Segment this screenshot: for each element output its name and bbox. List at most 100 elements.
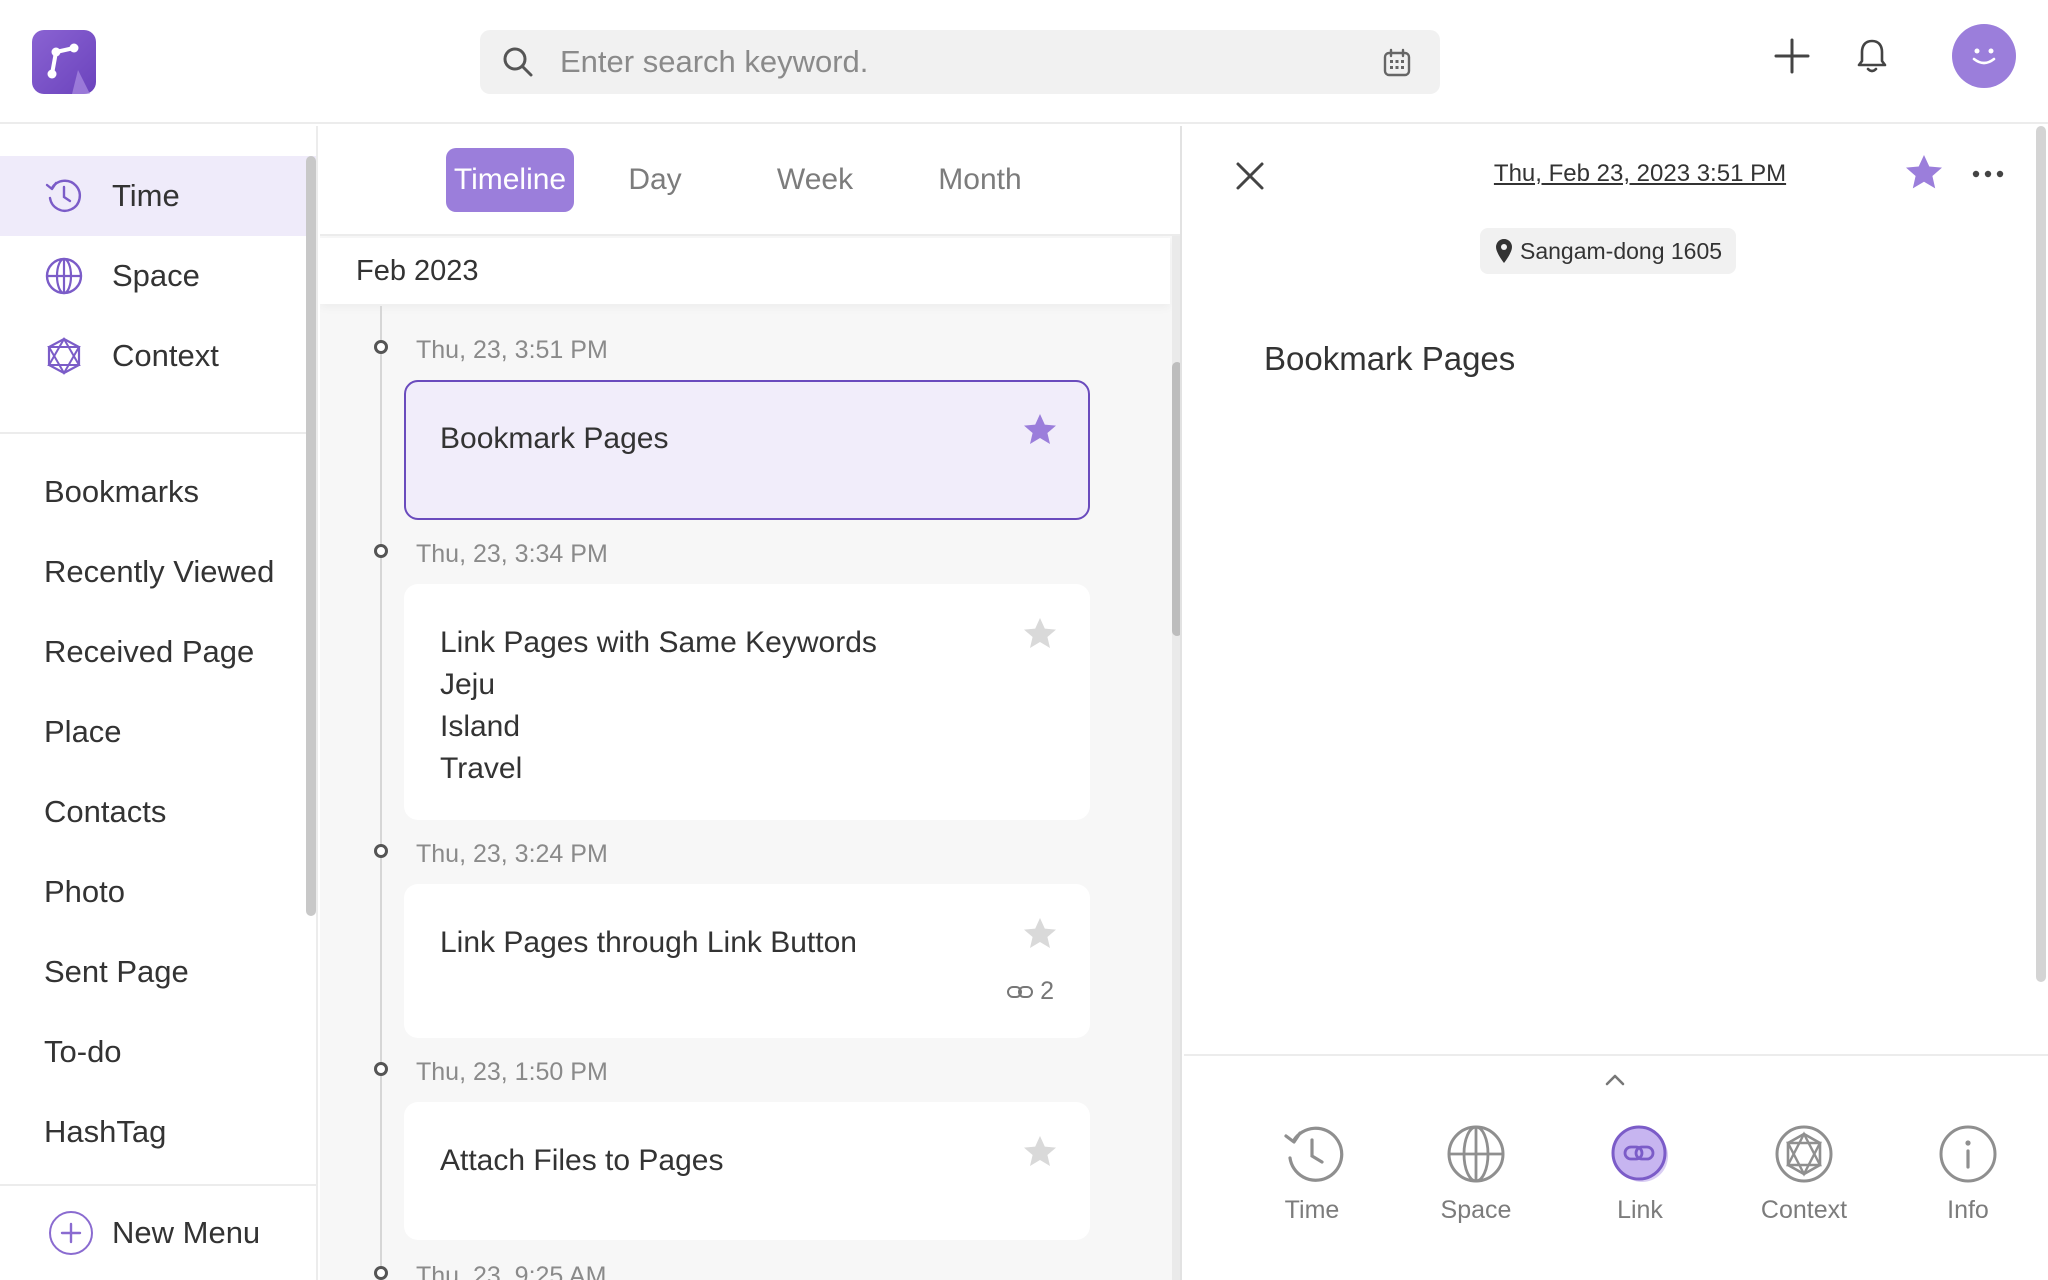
entry-time: Thu, 23, 9:25 AM <box>416 1262 607 1280</box>
month-header: Feb 2023 <box>320 238 1170 304</box>
sidebar: Time Space Context Bookmarks Recently Vi… <box>0 126 318 1280</box>
tab-month[interactable]: Month <box>920 148 1040 212</box>
sidebar-item-context[interactable]: Context <box>0 316 316 396</box>
menu-item-bookmarks[interactable]: Bookmarks <box>0 452 316 532</box>
tab-week[interactable]: Week <box>760 148 870 212</box>
timeline-card[interactable]: Link Pages with Same Keywords Jeju Islan… <box>404 584 1090 820</box>
timeline-dot <box>374 544 388 558</box>
link-count-value: 2 <box>1040 977 1054 1005</box>
sidebar-item-time[interactable]: Time <box>0 156 316 236</box>
logo-icon <box>47 43 90 94</box>
close-icon[interactable] <box>1230 156 1270 196</box>
context-icon <box>1770 1120 1838 1188</box>
menu-item-todo[interactable]: To-do <box>0 1012 316 1092</box>
more-options-icon[interactable] <box>1968 156 2008 192</box>
card-title: Link Pages with Same Keywords Jeju Islan… <box>440 626 877 785</box>
new-menu-label: New Menu <box>112 1215 261 1250</box>
globe-icon <box>44 256 84 296</box>
location-label: Sangam-dong 1605 <box>1520 237 1723 264</box>
card-title: Bookmark Pages <box>440 422 669 455</box>
location-tag[interactable]: Sangam-dong 1605 <box>1480 228 1737 274</box>
info-icon <box>1934 1120 2002 1188</box>
timeline-dot <box>374 1266 388 1280</box>
context-icon <box>44 336 84 376</box>
timeline-card[interactable]: Link Pages through Link Button 2 <box>404 884 1090 1038</box>
bottom-nav-label: Context <box>1760 1196 1848 1224</box>
detail-panel: Thu, Feb 23, 2023 3:51 PM Sangam-dong 16… <box>1184 126 2048 1280</box>
menu-item-place[interactable]: Place <box>0 692 316 772</box>
star-outline-icon[interactable] <box>1022 1134 1058 1170</box>
menu-item-photo[interactable]: Photo <box>0 852 316 932</box>
chevron-up-icon[interactable] <box>1600 1068 1630 1092</box>
detail-date[interactable]: Thu, Feb 23, 2023 3:51 PM <box>1466 160 1814 188</box>
entry-time: Thu, 23, 3:24 PM <box>416 840 608 868</box>
bottom-nav-context[interactable]: Context <box>1744 1120 1864 1250</box>
star-filled-icon[interactable] <box>1022 412 1058 448</box>
plus-icon <box>1774 38 1810 74</box>
star-filled-icon[interactable] <box>1904 152 1944 192</box>
calendar-icon[interactable] <box>1382 48 1412 78</box>
add-button[interactable] <box>1764 24 1820 88</box>
bottom-nav-label: Time <box>1284 1196 1340 1224</box>
add-circle-icon <box>49 1211 93 1255</box>
card-title: Link Pages through Link Button <box>440 926 857 959</box>
menu-item-contacts[interactable]: Contacts <box>0 772 316 852</box>
view-switcher: Time Space Context <box>0 126 316 434</box>
search-bar[interactable] <box>480 30 1440 94</box>
star-outline-icon[interactable] <box>1022 616 1058 652</box>
star-outline-icon[interactable] <box>1022 916 1058 952</box>
tab-timeline[interactable]: Timeline <box>446 148 574 212</box>
card-title: Attach Files to Pages <box>440 1144 724 1177</box>
menu-item-recently-viewed[interactable]: Recently Viewed <box>0 532 316 612</box>
bottom-nav-info[interactable]: Info <box>1908 1120 2028 1250</box>
clock-icon <box>44 176 84 216</box>
timeline-panel: Timeline Day Week Month Feb 2023 Thu, 23… <box>320 126 1182 1280</box>
link-count: 2 <box>1006 977 1054 1006</box>
location-pin-icon <box>1496 239 1512 263</box>
sidebar-item-label: Space <box>112 258 200 293</box>
bottom-nav-label: Space <box>1440 1196 1512 1224</box>
scrollbar-thumb[interactable] <box>1172 362 1180 636</box>
notifications-button[interactable] <box>1844 24 1900 88</box>
detail-scrollbar[interactable] <box>2036 126 2046 982</box>
bottom-nav-label: Info <box>1947 1196 1989 1224</box>
bottom-nav-time[interactable]: Time <box>1252 1120 1372 1250</box>
user-avatar[interactable] <box>1952 24 2016 88</box>
sidebar-item-space[interactable]: Space <box>0 236 316 316</box>
new-menu-button[interactable]: New Menu <box>0 1184 316 1280</box>
timeline-line <box>380 306 382 1280</box>
timeline-card[interactable]: Bookmark Pages <box>404 380 1090 520</box>
link-icon <box>1007 985 1034 998</box>
bottom-nav-link[interactable]: Link <box>1580 1120 1700 1250</box>
bottom-nav-space[interactable]: Space <box>1416 1120 1536 1250</box>
search-icon <box>503 47 533 77</box>
timeline-card[interactable]: Attach Files to Pages <box>404 1102 1090 1240</box>
detail-bottom-nav: Time Space Link Context Info <box>1184 1054 2048 1280</box>
app-header <box>0 0 2048 124</box>
entry-time: Thu, 23, 3:51 PM <box>416 336 608 364</box>
bottom-nav-label: Link <box>1617 1196 1663 1224</box>
link-icon <box>1606 1120 1674 1188</box>
sidebar-scrollbar[interactable] <box>306 156 316 916</box>
sidebar-item-label: Context <box>112 338 219 373</box>
menu-item-sent-page[interactable]: Sent Page <box>0 932 316 1012</box>
globe-icon <box>1442 1120 1510 1188</box>
bell-icon <box>1857 39 1887 73</box>
timeline-dot <box>374 340 388 354</box>
menu-item-hashtag[interactable]: HashTag <box>0 1092 316 1172</box>
timeline-dot <box>374 844 388 858</box>
search-input[interactable] <box>560 30 1340 94</box>
timeline-scrollbar[interactable] <box>1172 236 1180 1280</box>
sidebar-item-label: Time <box>112 178 180 213</box>
entry-time: Thu, 23, 3:34 PM <box>416 540 608 568</box>
app-logo[interactable] <box>32 30 96 94</box>
timeline-dot <box>374 1062 388 1076</box>
page-title[interactable]: Bookmark Pages <box>1264 340 1515 378</box>
menu-item-received-page[interactable]: Received Page <box>0 612 316 692</box>
tab-day[interactable]: Day <box>600 148 710 212</box>
clock-icon <box>1278 1120 1346 1188</box>
smiley-icon <box>1972 48 1996 65</box>
view-tabs: Timeline Day Week Month <box>320 126 1180 236</box>
menu-list: Bookmarks Recently Viewed Received Page … <box>0 434 316 1172</box>
entry-time: Thu, 23, 1:50 PM <box>416 1058 608 1086</box>
